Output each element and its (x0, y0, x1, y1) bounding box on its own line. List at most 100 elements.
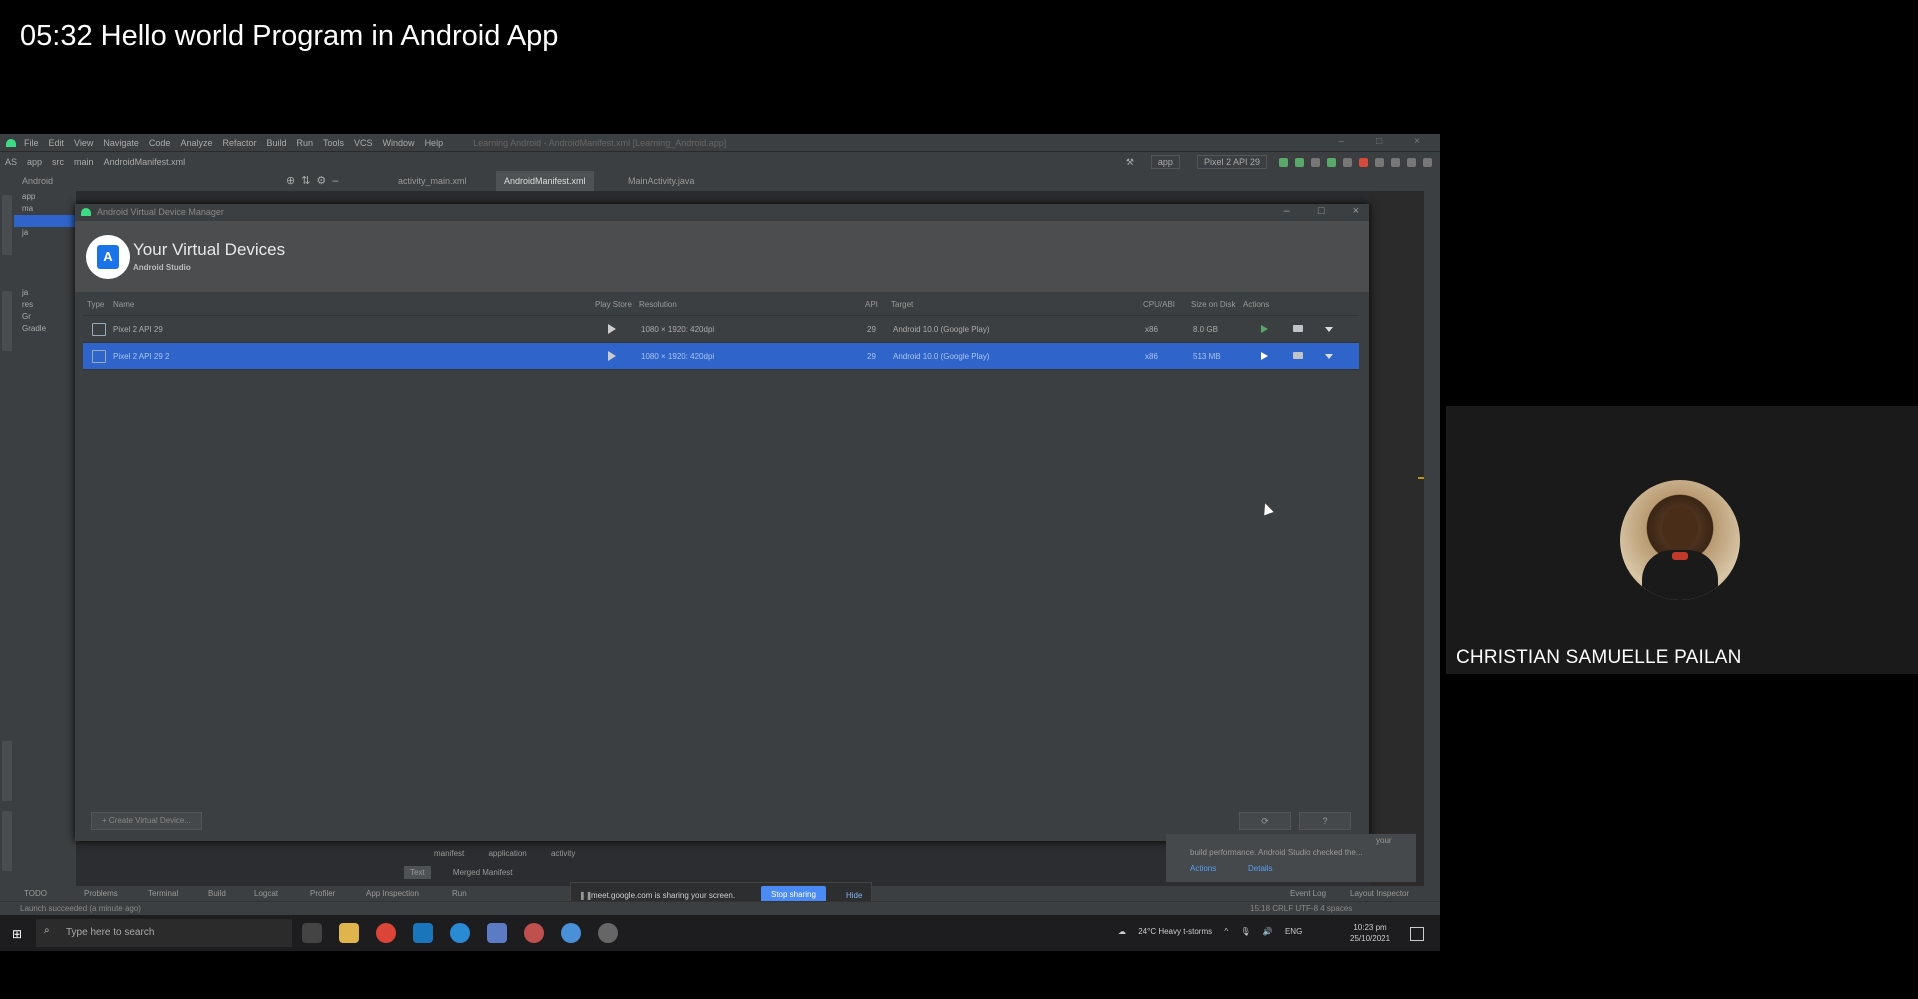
col-size[interactable]: Size on Disk (1191, 300, 1235, 309)
tag-application[interactable]: application (488, 849, 526, 858)
col-cpu[interactable]: CPU/ABI (1143, 300, 1175, 309)
attach-debugger-icon[interactable] (1343, 157, 1352, 167)
profile-icon[interactable] (1327, 157, 1336, 167)
debug-icon[interactable] (1311, 157, 1320, 167)
col-api[interactable]: API (865, 300, 878, 309)
launch-icon[interactable] (1261, 352, 1268, 360)
col-actions[interactable]: Actions (1243, 300, 1269, 309)
tag-manifest[interactable]: manifest (434, 849, 464, 858)
menu-tools[interactable]: Tools (323, 138, 344, 148)
tool-app-inspection[interactable]: App Inspection (366, 889, 419, 898)
tree-item[interactable]: Gr (14, 311, 76, 323)
tool-problems[interactable]: Problems (84, 889, 118, 898)
close-icon[interactable]: × (1353, 205, 1359, 217)
tree-item-selected[interactable] (14, 215, 76, 227)
menu-code[interactable]: Code (149, 138, 171, 148)
tab-merged-manifest[interactable]: Merged Manifest (447, 866, 519, 879)
app-icon[interactable] (598, 923, 618, 943)
project-view-selector[interactable]: Android (22, 176, 53, 186)
col-resolution[interactable]: Resolution (639, 300, 677, 309)
notification-center-icon[interactable] (1410, 927, 1424, 941)
device-selector[interactable]: Pixel 2 API 29 (1196, 155, 1267, 169)
help-button[interactable]: ? (1299, 812, 1351, 830)
stop-icon[interactable] (1359, 157, 1368, 167)
minimize-icon[interactable]: – (1339, 136, 1345, 147)
tab-main-activity[interactable]: MainActivity.java (620, 171, 702, 191)
tab-text[interactable]: Text (404, 866, 431, 879)
folder-icon[interactable] (1293, 325, 1303, 332)
menu-help[interactable]: Help (425, 138, 444, 148)
close-icon[interactable]: × (1414, 136, 1420, 147)
tool-build[interactable]: Build (208, 889, 226, 898)
tree-item[interactable]: app (14, 191, 76, 203)
folder-icon[interactable] (1293, 352, 1303, 359)
tag-activity[interactable]: activity (551, 849, 575, 858)
app-icon[interactable] (413, 923, 433, 943)
taskbar-clock[interactable]: 10:23 pm 25/10/2021 (1350, 922, 1390, 944)
menu-build[interactable]: Build (266, 138, 286, 148)
hammer-icon[interactable]: ⚒ (1126, 157, 1134, 168)
breadcrumb-app[interactable]: app (27, 157, 42, 167)
sync-icon[interactable] (1375, 157, 1384, 167)
tool-todo[interactable]: TODO (24, 889, 47, 898)
menu-navigate[interactable]: Navigate (103, 138, 139, 148)
refresh-button[interactable]: ⟳ (1239, 812, 1291, 830)
tree-item[interactable] (14, 251, 76, 263)
notification-details-link[interactable]: Details (1248, 864, 1272, 873)
structure-button[interactable] (2, 741, 12, 801)
minimize-icon[interactable]: – (1284, 205, 1290, 217)
tool-terminal[interactable]: Terminal (148, 889, 178, 898)
col-target[interactable]: Target (891, 300, 913, 309)
maximize-icon[interactable]: □ (1318, 205, 1325, 217)
menu-vcs[interactable]: VCS (354, 138, 373, 148)
breadcrumb-main[interactable]: main (74, 157, 94, 167)
tree-item[interactable] (14, 239, 76, 251)
apply-changes-icon[interactable] (1295, 157, 1304, 167)
project-tool-button[interactable] (2, 195, 12, 255)
menu-run[interactable]: Run (297, 138, 314, 148)
resource-manager-button[interactable] (2, 291, 12, 351)
breadcrumb-manifest[interactable]: AndroidManifest.xml (104, 157, 186, 167)
chevron-up-icon[interactable]: ^ (1224, 927, 1228, 936)
menu-window[interactable]: Window (383, 138, 415, 148)
tree-item[interactable]: res (14, 299, 76, 311)
search-icon[interactable] (1423, 157, 1432, 167)
file-explorer-icon[interactable] (339, 923, 359, 943)
col-name[interactable]: Name (113, 300, 134, 309)
tab-activity-main[interactable]: activity_main.xml (390, 171, 475, 191)
breadcrumb-as[interactable]: AS (5, 157, 17, 167)
menu-file[interactable]: File (24, 138, 39, 148)
table-row-selected[interactable]: Pixel 2 API 29 2 1080 × 1920: 420dpi 29 … (83, 343, 1359, 370)
menu-analyze[interactable]: Analyze (180, 138, 212, 148)
table-row[interactable]: Pixel 2 API 29 1080 × 1920: 420dpi 29 An… (83, 316, 1359, 343)
tab-android-manifest[interactable]: AndroidManifest.xml (496, 171, 594, 191)
create-virtual-device-button[interactable]: + Create Virtual Device... (91, 812, 203, 830)
run-config-selector[interactable]: app (1150, 155, 1180, 169)
calculator-icon[interactable] (487, 923, 507, 943)
edge-icon[interactable] (450, 923, 470, 943)
avd-manager-icon[interactable] (1391, 157, 1400, 167)
windows-start-icon[interactable]: ⊞ (12, 927, 24, 941)
chevron-down-icon[interactable] (1325, 354, 1333, 359)
chrome-icon[interactable] (376, 923, 396, 943)
microphone-icon[interactable]: 🎙 (1240, 927, 1250, 936)
tree-item[interactable]: ja (14, 227, 76, 239)
sdk-manager-icon[interactable] (1407, 157, 1416, 167)
tree-item[interactable]: Gradle (14, 323, 76, 335)
menu-refactor[interactable]: Refactor (222, 138, 256, 148)
hide-banner-button[interactable]: Hide (846, 891, 862, 900)
tree-item[interactable]: ma (14, 203, 76, 215)
speaker-icon[interactable]: 🔊 (1263, 927, 1273, 936)
task-view-icon[interactable] (302, 923, 322, 943)
chevron-down-icon[interactable] (1325, 327, 1333, 332)
col-type[interactable]: Type (87, 300, 104, 309)
breadcrumb-src[interactable]: src (52, 157, 64, 167)
favorites-button[interactable] (2, 811, 12, 871)
run-icon[interactable] (1279, 157, 1288, 167)
project-tool-icons[interactable]: ⊕⇅⚙– (286, 174, 344, 187)
tool-run[interactable]: Run (452, 889, 467, 898)
col-play-store[interactable]: Play Store (595, 300, 632, 309)
chrome-profile-icon[interactable] (524, 923, 544, 943)
tree-item[interactable] (14, 275, 76, 287)
tool-event-log[interactable]: Event Log (1290, 889, 1326, 898)
